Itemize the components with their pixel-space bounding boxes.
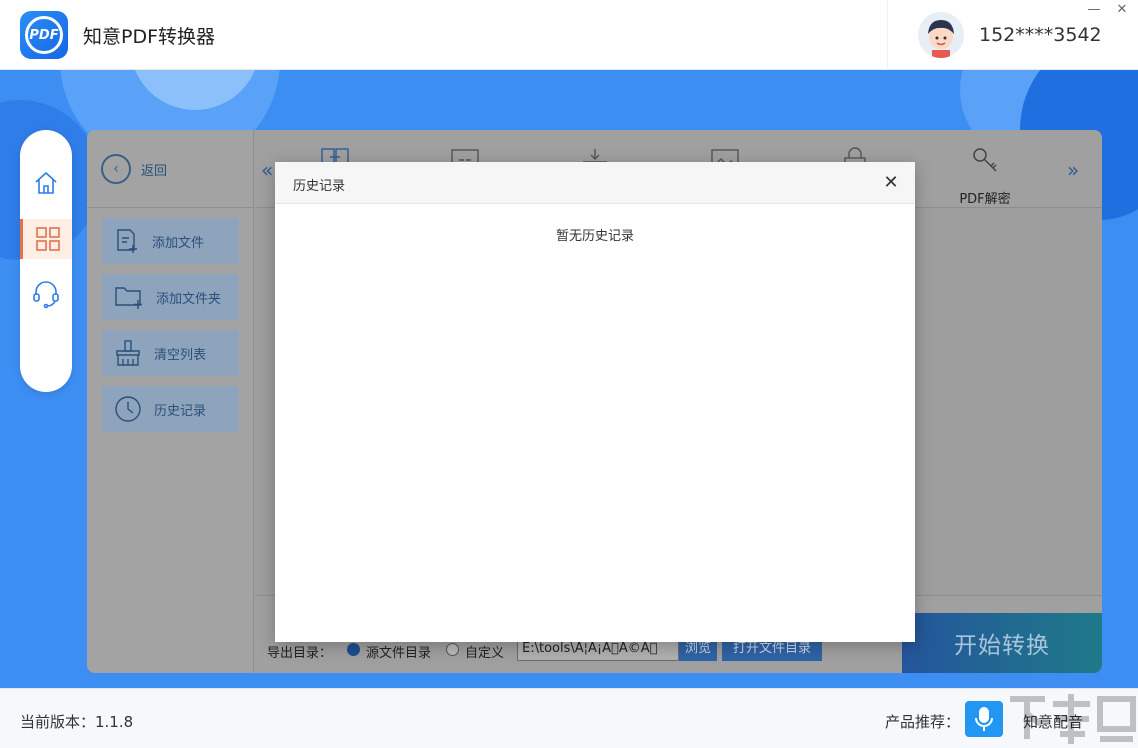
- tool-pdf-decrypt[interactable]: PDF解密: [945, 146, 1025, 207]
- back-label: 返回: [141, 163, 168, 179]
- back-arrow-icon: ‹: [101, 154, 131, 184]
- left-nav: [20, 130, 72, 392]
- add-folder-label: 添加文件夹: [156, 291, 222, 307]
- nav-home[interactable]: [20, 163, 72, 203]
- version-text: 当前版本：1.1.8: [20, 713, 134, 731]
- history-button[interactable]: 历史记录: [102, 386, 239, 432]
- radio-source-dir[interactable]: [347, 643, 360, 656]
- clear-list-label: 清空列表: [154, 347, 207, 363]
- close-window-button[interactable]: ✕: [1114, 2, 1130, 18]
- microphone-icon: [975, 707, 993, 731]
- dialog-header: 历史记录 ✕: [275, 162, 915, 204]
- sidebar: ‹ 返回 添加文件 添加文件夹 清空列表 历史记录: [87, 130, 254, 673]
- home-icon: [35, 171, 57, 194]
- app-logo: PDF: [20, 11, 68, 59]
- dialog-title: 历史记录: [293, 179, 346, 194]
- recommend-label: 产品推荐：: [885, 713, 961, 731]
- empty-history-text: 暂无历史记录: [555, 229, 634, 244]
- radio-custom-dir-label: 自定义: [465, 646, 505, 661]
- history-label: 历史记录: [154, 403, 207, 419]
- history-dialog: 历史记录 ✕ 暂无历史记录: [275, 162, 915, 642]
- footer: 当前版本：1.1.8 产品推荐： 知意配音: [0, 688, 1138, 748]
- avatar[interactable]: [918, 12, 964, 58]
- user-phone: 152****3542: [979, 24, 1102, 46]
- radio-source-dir-label: 源文件目录: [366, 646, 432, 661]
- grid-icon: [35, 227, 60, 251]
- title-bar: PDF 知意PDF转换器 152****3542 — ✕: [0, 0, 1138, 70]
- logo-text: PDF: [29, 27, 59, 43]
- dialog-close-button[interactable]: ✕: [881, 173, 901, 193]
- clock-icon: [115, 396, 141, 422]
- toolbar-prev-button[interactable]: «: [261, 158, 273, 182]
- app-title: 知意PDF转换器: [83, 26, 216, 48]
- add-file-label: 添加文件: [152, 235, 205, 251]
- start-convert-button[interactable]: 开始转换: [902, 613, 1102, 673]
- tool-pdf-decrypt-label: PDF解密: [959, 192, 1011, 207]
- back-button[interactable]: ‹ 返回: [101, 154, 167, 184]
- broom-icon: [116, 340, 140, 366]
- radio-custom-dir[interactable]: [446, 643, 459, 656]
- recommend-app-icon[interactable]: [965, 701, 1003, 737]
- add-file-icon: [117, 229, 137, 253]
- nav-support[interactable]: [20, 274, 72, 314]
- nav-apps[interactable]: [20, 219, 72, 259]
- output-dir-label: 导出目录：: [267, 646, 333, 661]
- headset-icon: [33, 281, 59, 309]
- key-icon: [973, 148, 997, 172]
- user-area[interactable]: 152****3542 — ✕: [887, 0, 1138, 70]
- toolbar-next-button[interactable]: »: [1067, 158, 1079, 182]
- clear-list-button[interactable]: 清空列表: [102, 330, 239, 376]
- add-folder-icon: [115, 287, 142, 309]
- add-folder-button[interactable]: 添加文件夹: [102, 274, 239, 320]
- minimize-button[interactable]: —: [1086, 2, 1102, 18]
- add-file-button[interactable]: 添加文件: [102, 218, 239, 264]
- divider: [87, 207, 254, 208]
- recommend-app-name[interactable]: 知意配音: [1023, 711, 1083, 732]
